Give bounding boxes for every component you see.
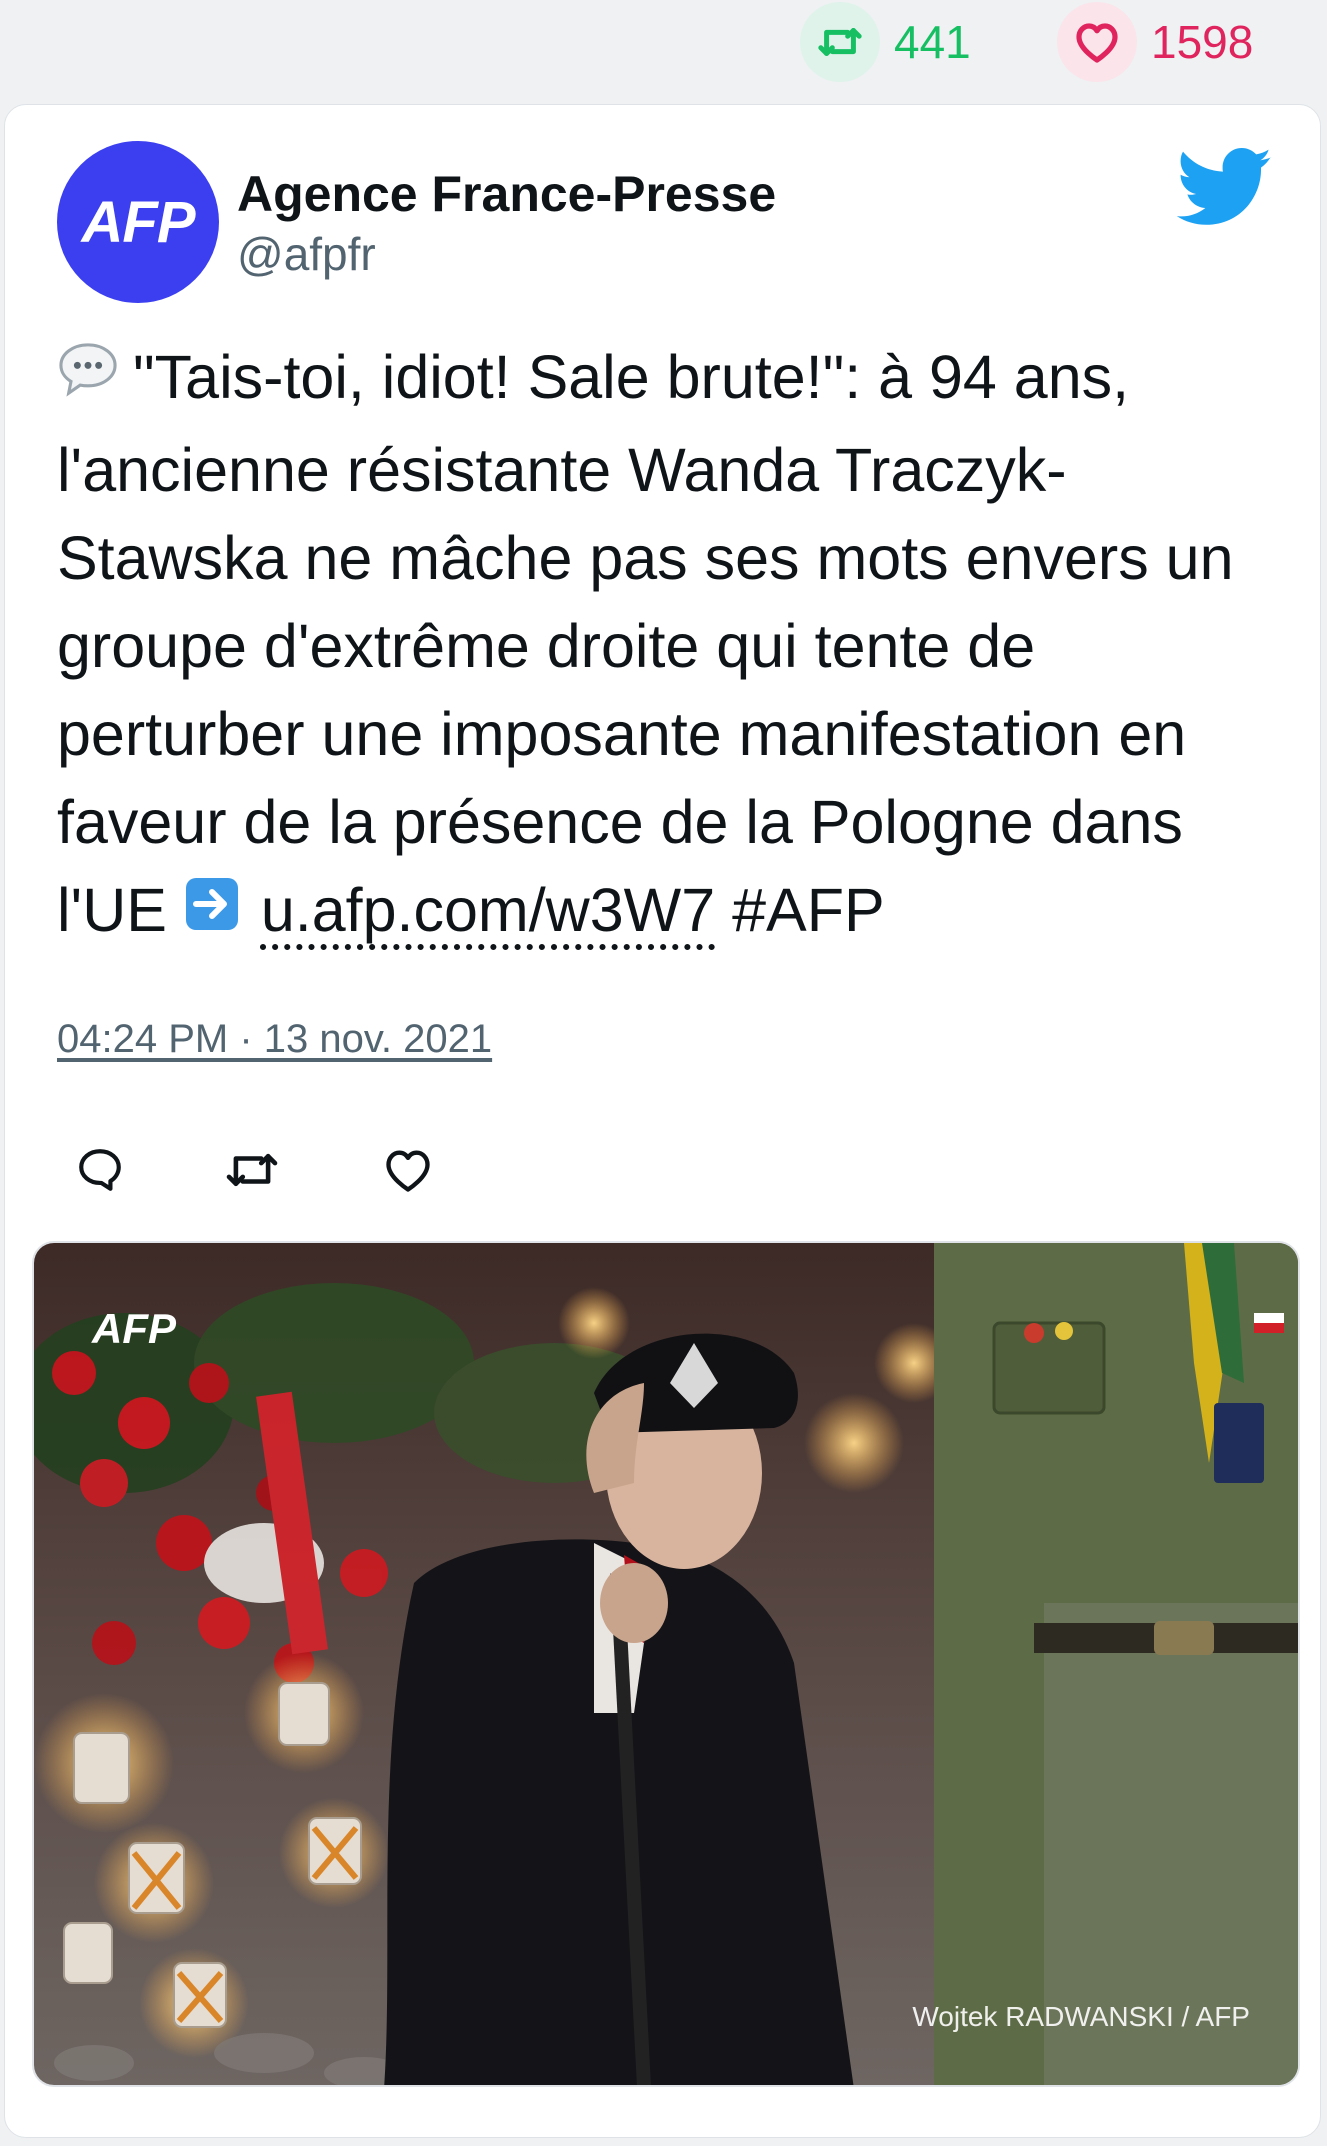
retweet-icon[interactable] [800,2,880,82]
right-arrow-icon [184,867,240,955]
engagement-bar: 441 1598 [0,0,1327,100]
tweet-timestamp[interactable]: 04:24 PM · 13 nov. 2021 [57,1017,492,1062]
photo-scene [34,1243,1298,2085]
retweet-action-icon[interactable] [217,1135,287,1205]
tweet-photo[interactable]: AFP Wojtek RADWANSKI / AFP [32,1241,1300,2087]
like-action-icon[interactable] [373,1135,443,1205]
like-count-value: 1598 [1151,16,1254,68]
photo-credit: Wojtek RADWANSKI / AFP [912,2001,1250,2032]
retweet-count[interactable]: 441 [800,2,971,82]
avatar[interactable]: AFP [57,141,219,303]
reply-icon[interactable] [65,1135,135,1205]
tweet-link[interactable]: u.afp.com/w3W7 [261,876,715,944]
twitter-bird-icon[interactable] [1177,147,1273,229]
tweet-text: "Tais-toi, idiot! Sale brute!": à 94 ans… [57,333,1287,959]
retweet-count-value: 441 [894,16,971,68]
like-count[interactable]: 1598 [1057,2,1253,82]
speech-balloon-icon [57,334,119,422]
heart-icon[interactable] [1057,2,1137,82]
author-name[interactable]: Agence France-Presse [237,165,776,223]
tweet-body: "Tais-toi, idiot! Sale brute!": à 94 ans… [57,343,1234,944]
author-handle[interactable]: @afpfr [237,227,376,281]
tweet-card: AFP Agence France-Presse @afpfr "Tais-to… [4,104,1321,2138]
hashtag[interactable]: #AFP [732,876,885,944]
photo-logo: AFP [92,1305,176,1352]
